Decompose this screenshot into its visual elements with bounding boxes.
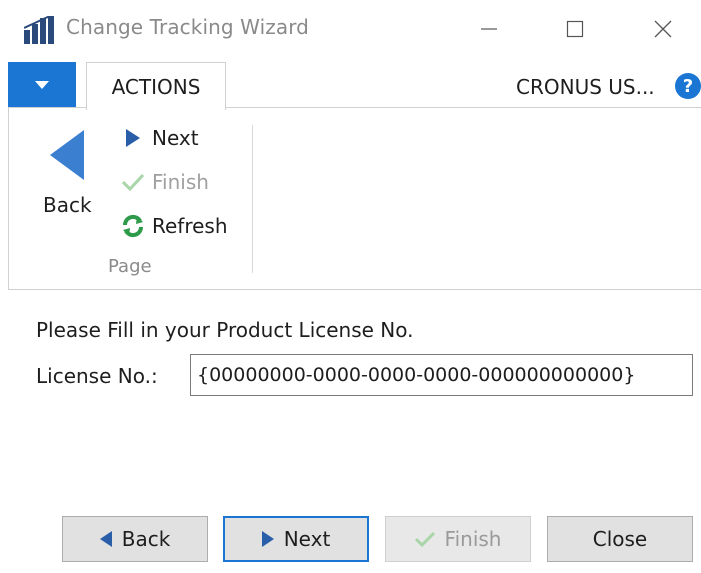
checkmark-icon bbox=[122, 173, 144, 191]
window-title: Change Tracking Wizard bbox=[66, 15, 309, 39]
ribbon-back-label: Back bbox=[43, 193, 92, 217]
next-button[interactable]: Next bbox=[223, 516, 369, 562]
dropdown-arrow-icon bbox=[35, 81, 49, 89]
ribbon-finish-button[interactable]: Finish bbox=[118, 166, 209, 198]
next-button-label: Next bbox=[283, 527, 331, 551]
ribbon-tab-row: ACTIONS CRONUS US... ? bbox=[0, 62, 701, 110]
ribbon-back-button[interactable]: Back bbox=[40, 130, 100, 220]
refresh-icon bbox=[122, 214, 144, 238]
ribbon-refresh-label: Refresh bbox=[152, 214, 228, 238]
finish-button[interactable]: Finish bbox=[385, 516, 531, 562]
ribbon-group-label: Page bbox=[108, 256, 152, 277]
checkmark-icon bbox=[414, 531, 435, 547]
application-menu-button[interactable] bbox=[8, 62, 76, 108]
minimize-icon bbox=[481, 28, 497, 30]
back-button[interactable]: Back bbox=[62, 516, 208, 562]
help-button[interactable]: ? bbox=[675, 73, 701, 99]
close-window-button[interactable] bbox=[640, 10, 686, 48]
company-name[interactable]: CRONUS US... bbox=[516, 75, 655, 99]
next-arrow-icon bbox=[126, 129, 140, 147]
minimize-button[interactable] bbox=[466, 10, 512, 48]
ribbon-finish-label: Finish bbox=[152, 170, 209, 194]
ribbon-next-label: Next bbox=[152, 126, 199, 150]
ribbon-group-divider bbox=[252, 125, 253, 273]
maximize-icon bbox=[566, 20, 584, 38]
ribbon-next-button[interactable]: Next bbox=[118, 122, 199, 154]
close-button-label: Close bbox=[592, 527, 648, 551]
tab-actions[interactable]: ACTIONS bbox=[86, 62, 226, 110]
finish-button-label: Finish bbox=[444, 527, 502, 551]
title-bar: Change Tracking Wizard bbox=[0, 0, 701, 58]
close-button[interactable]: Close bbox=[547, 516, 693, 562]
license-number-input[interactable] bbox=[190, 354, 693, 396]
license-label: License No.: bbox=[36, 364, 158, 388]
back-arrow-icon bbox=[50, 130, 84, 180]
back-button-label: Back bbox=[121, 527, 171, 551]
maximize-button[interactable] bbox=[552, 10, 598, 48]
back-arrow-icon bbox=[99, 531, 112, 547]
close-icon bbox=[654, 20, 672, 38]
instruction-text: Please Fill in your Product License No. bbox=[36, 318, 414, 342]
help-icon: ? bbox=[682, 75, 694, 97]
dynamics-nav-icon bbox=[24, 16, 54, 44]
next-arrow-icon bbox=[261, 531, 274, 547]
ribbon-refresh-button[interactable]: Refresh bbox=[118, 210, 228, 242]
